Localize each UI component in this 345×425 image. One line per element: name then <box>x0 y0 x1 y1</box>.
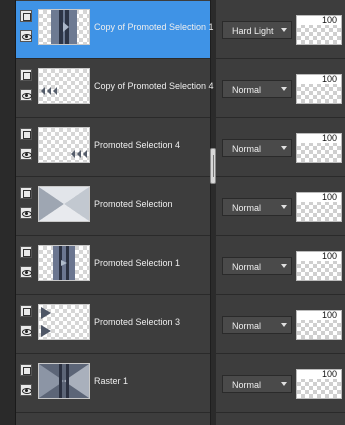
opacity-field[interactable]: 100 <box>296 369 342 399</box>
layer-row-promoted-selection[interactable]: Promoted Selection Normal 100 <box>16 178 345 236</box>
eye-icon[interactable] <box>20 148 32 160</box>
layer-cell[interactable]: Raster 1 <box>16 355 210 413</box>
layer-row-promoted-selection-3[interactable]: Promoted Selection 3 Normal 100 <box>16 296 345 354</box>
opacity-field[interactable]: 100 <box>296 74 342 104</box>
blend-mode-label: Normal <box>232 85 262 95</box>
layer-cell[interactable]: Promoted Selection 1 <box>16 237 210 295</box>
eye-icon[interactable] <box>20 325 32 337</box>
layer-lock-icon[interactable] <box>20 246 32 258</box>
chevron-down-icon <box>281 264 287 268</box>
layer-props: Normal 100 <box>216 296 345 354</box>
layer-props: Normal 100 <box>216 237 345 295</box>
opacity-value: 100 <box>321 192 337 202</box>
layer-props: Normal 100 <box>216 178 345 236</box>
blend-mode-dropdown[interactable]: Normal <box>222 316 292 334</box>
chevron-down-icon <box>281 382 287 386</box>
opacity-value: 100 <box>321 74 337 84</box>
layer-lock-icon[interactable] <box>20 187 32 199</box>
layer-props: Normal 100 <box>216 60 345 118</box>
layer-cell[interactable]: Copy of Promoted Selection 4 <box>16 60 214 118</box>
blend-mode-dropdown[interactable]: Normal <box>222 375 292 393</box>
opacity-field[interactable]: 100 <box>296 251 342 281</box>
layer-row-raster-1[interactable]: Raster 1 Normal 100 <box>16 355 345 413</box>
eye-icon[interactable] <box>20 30 32 42</box>
layer-lock-icon[interactable] <box>20 364 32 376</box>
opacity-field[interactable]: 100 <box>296 192 342 222</box>
eye-icon[interactable] <box>20 207 32 219</box>
chevron-down-icon <box>281 205 287 209</box>
layer-props: Normal 100 <box>216 355 345 413</box>
layer-thumbnail[interactable] <box>38 245 90 281</box>
layer-lock-icon[interactable] <box>20 128 32 140</box>
blend-mode-label: Normal <box>232 321 262 331</box>
layer-props: Normal 100 <box>216 119 345 177</box>
opacity-value: 100 <box>321 369 337 379</box>
opacity-value: 100 <box>321 133 337 143</box>
blend-mode-dropdown[interactable]: Normal <box>222 257 292 275</box>
layer-cell[interactable]: Promoted Selection 3 <box>16 296 210 354</box>
splitter-grip-icon[interactable] <box>210 148 216 184</box>
layer-row-copy-of-promoted-selection-4[interactable]: Copy of Promoted Selection 4 Normal 100 <box>16 60 345 118</box>
blend-mode-dropdown[interactable]: Normal <box>222 198 292 216</box>
layers-panel: Copy of Promoted Selection 1 Hard Light … <box>0 0 345 425</box>
blend-mode-label: Hard Light <box>232 26 274 36</box>
opacity-field[interactable]: 100 <box>296 310 342 340</box>
layer-props: Hard Light 100 <box>216 1 345 59</box>
layer-thumbnail[interactable] <box>38 68 90 104</box>
eye-icon[interactable] <box>20 384 32 396</box>
layer-lock-icon[interactable] <box>20 69 32 81</box>
layer-lock-icon[interactable] <box>20 305 32 317</box>
blend-mode-dropdown[interactable]: Normal <box>222 139 292 157</box>
chevron-down-icon <box>281 28 287 32</box>
blend-mode-dropdown[interactable]: Hard Light <box>222 21 292 39</box>
layer-name: Promoted Selection 4 <box>94 140 181 150</box>
chevron-down-icon <box>281 323 287 327</box>
panel-left-gutter <box>0 0 16 425</box>
layer-name: Promoted Selection 3 <box>94 317 181 327</box>
blend-mode-label: Normal <box>232 380 262 390</box>
layer-row-copy-of-promoted-selection-1[interactable]: Copy of Promoted Selection 1 Hard Light … <box>16 1 345 59</box>
layer-name: Raster 1 <box>94 376 129 386</box>
blend-mode-label: Normal <box>232 144 262 154</box>
opacity-field[interactable]: 100 <box>296 133 342 163</box>
layer-cell[interactable]: Copy of Promoted Selection 1 <box>16 1 214 59</box>
eye-icon[interactable] <box>20 89 32 101</box>
layer-thumbnail[interactable] <box>38 304 90 340</box>
layer-thumbnail[interactable] <box>38 9 90 45</box>
eye-icon[interactable] <box>20 266 32 278</box>
blend-mode-label: Normal <box>232 262 262 272</box>
opacity-field[interactable]: 100 <box>296 15 342 45</box>
opacity-value: 100 <box>321 251 337 261</box>
layer-cell[interactable]: Promoted Selection <box>16 178 210 236</box>
blend-mode-label: Normal <box>232 203 262 213</box>
layer-thumbnail[interactable] <box>38 186 90 222</box>
layer-thumbnail[interactable] <box>38 127 90 163</box>
layer-name: Copy of Promoted Selection 1 <box>94 22 214 32</box>
opacity-value: 100 <box>321 310 337 320</box>
layer-cell[interactable]: Promoted Selection 4 <box>16 119 210 177</box>
blend-mode-dropdown[interactable]: Normal <box>222 80 292 98</box>
layer-name: Promoted Selection 1 <box>94 258 181 268</box>
opacity-value: 100 <box>321 15 337 25</box>
layer-thumbnail[interactable] <box>38 363 90 399</box>
layer-lock-icon[interactable] <box>20 10 32 22</box>
layer-name: Promoted Selection <box>94 199 173 209</box>
layer-row-promoted-selection-1[interactable]: Promoted Selection 1 Normal 100 <box>16 237 345 295</box>
chevron-down-icon <box>281 146 287 150</box>
chevron-down-icon <box>281 87 287 91</box>
layer-name: Copy of Promoted Selection 4 <box>94 81 214 91</box>
layer-row-promoted-selection-4[interactable]: Promoted Selection 4 Normal 100 <box>16 119 345 177</box>
